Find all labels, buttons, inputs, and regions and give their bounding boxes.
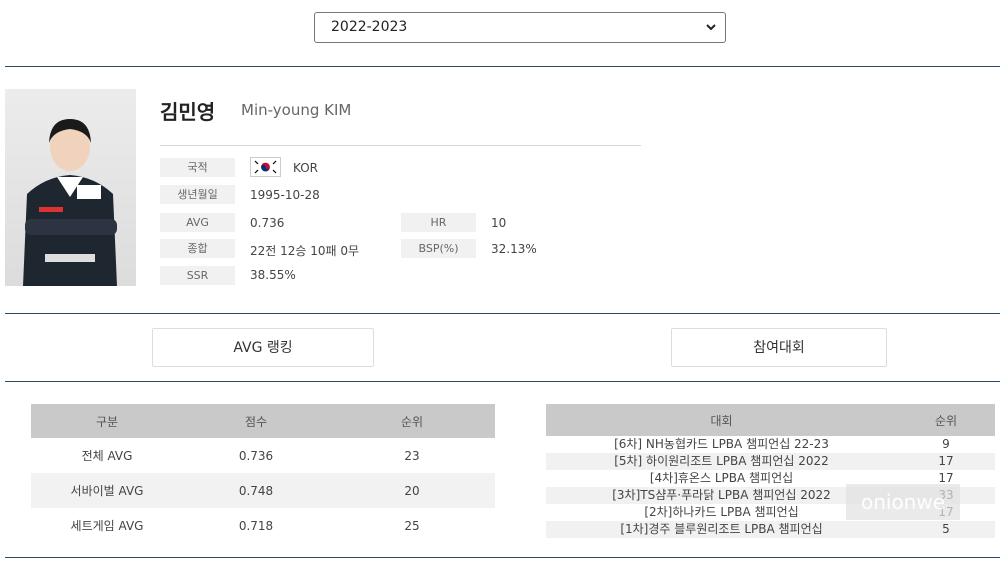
bsp-value: 32.13% — [491, 242, 537, 256]
category-cell: 전체 AVG — [81, 449, 133, 463]
table-header-row: 구분 점수 순위 — [31, 404, 495, 438]
tournament-name-link[interactable]: [3차]TS샴푸·푸라닭 LPBA 챔피언십 2022 — [546, 487, 897, 504]
tournament-name-link[interactable]: [6차] NH농협카드 LPBA 챔피언십 22-23 — [546, 436, 897, 453]
score-cell: 0.718 — [238, 518, 274, 533]
nationality-label: 국적 — [160, 158, 235, 177]
tournament-name-link[interactable]: [5차] 하이원리조트 LPBA 챔피언십 2022 — [546, 453, 897, 470]
player-name-english: Min-young KIM — [241, 101, 352, 119]
player-name-korean: 김민영 — [160, 100, 216, 124]
chevron-down-icon — [706, 24, 716, 31]
bsp-label: BSP(%) — [401, 239, 476, 258]
tournament-name-link[interactable]: [4차]휴온스 LPBA 챔피언십 — [546, 470, 897, 487]
avg-ranking-table: 구분 점수 순위 전체 AVG 0.736 23 서바이벌 AVG 0.748 … — [31, 404, 495, 543]
rank-cell: 17 — [897, 453, 995, 470]
season-select[interactable]: 2022-2023 — [314, 12, 726, 43]
column-header: 순위 — [897, 404, 995, 436]
divider — [5, 557, 1000, 558]
rank-cell: 20 — [329, 473, 495, 508]
birth-value: 1995-10-28 — [250, 188, 320, 202]
record-label: 종합 — [160, 239, 235, 258]
column-header: 점수 — [183, 404, 329, 438]
nationality-value: KOR — [293, 161, 318, 175]
score-cell: 0.736 — [238, 448, 274, 463]
korea-flag-icon — [250, 157, 281, 177]
table-header-row: 대회 순위 — [546, 404, 995, 436]
table-row: 세트게임 AVG 0.718 25 — [31, 508, 495, 543]
birth-label: 생년월일 — [160, 185, 235, 204]
tab-avg-ranking[interactable]: AVG 랭킹 — [152, 328, 374, 367]
tab-tournaments[interactable]: 참여대회 — [671, 328, 887, 367]
column-header: 구분 — [31, 404, 183, 438]
name-divider — [160, 145, 641, 146]
table-row[interactable]: [6차] NH농협카드 LPBA 챔피언십 22-23 9 — [546, 436, 995, 453]
tournament-name-link[interactable]: [1차]경주 블루원리조트 LPBA 챔피언십 — [546, 521, 897, 538]
rank-cell: 23 — [404, 448, 420, 463]
tournament-name-link[interactable]: [2차]하나카드 LPBA 챔피언십 — [546, 504, 897, 521]
table-row: 서바이벌 AVG 0.748 20 — [31, 473, 495, 508]
table-row[interactable]: [1차]경주 블루원리조트 LPBA 챔피언십 5 — [546, 521, 995, 538]
divider — [5, 66, 1000, 67]
category-cell: 세트게임 AVG — [70, 519, 144, 533]
score-cell: 0.748 — [183, 473, 329, 508]
table-row: 전체 AVG 0.736 23 — [31, 438, 495, 473]
column-header: 대회 — [546, 404, 897, 436]
divider — [5, 313, 1000, 314]
hr-label: HR — [401, 213, 476, 232]
rank-cell: 25 — [404, 518, 420, 533]
table-row[interactable]: [5차] 하이원리조트 LPBA 챔피언십 2022 17 — [546, 453, 995, 470]
ssr-value: 38.55% — [250, 268, 296, 282]
hr-value: 10 — [491, 216, 507, 230]
avg-label: AVG — [160, 213, 235, 232]
ssr-label: SSR — [160, 266, 235, 285]
avg-value: 0.736 — [250, 216, 285, 230]
player-photo — [5, 89, 136, 286]
season-select-value: 2022-2023 — [331, 19, 408, 35]
watermark: onionwe — [846, 484, 960, 520]
record-value: 22전 12승 10패 0무 — [250, 244, 360, 258]
rank-cell: 9 — [942, 437, 950, 451]
divider — [5, 381, 1000, 382]
column-header: 순위 — [329, 404, 495, 438]
rank-cell: 5 — [897, 521, 995, 538]
category-cell: 서바이벌 AVG — [31, 473, 183, 508]
